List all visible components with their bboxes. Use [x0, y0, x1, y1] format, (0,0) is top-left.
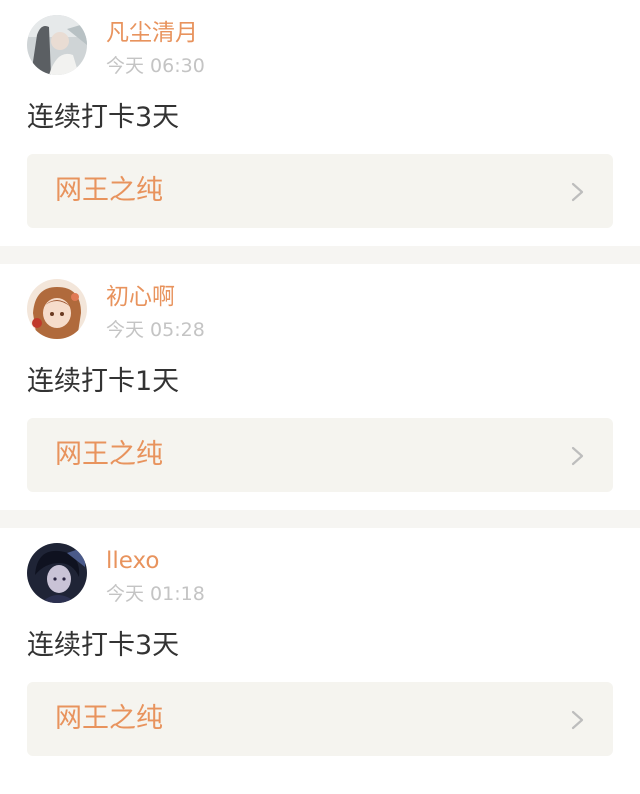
avatar[interactable]: [27, 279, 87, 339]
checkin-feed: 凡尘清月 今天 06:30 连续打卡3天 网王之纯 初心啊 今天 05:28 连…: [0, 0, 640, 774]
username[interactable]: 凡尘清月: [106, 18, 198, 48]
topic-label: 网王之纯: [55, 439, 163, 470]
chevron-right-icon: [571, 446, 584, 466]
checkin-text: 连续打卡1天: [27, 366, 180, 397]
topic-label: 网王之纯: [55, 175, 163, 206]
checkin-text: 连续打卡3天: [27, 102, 180, 133]
avatar[interactable]: [27, 543, 87, 603]
topic-link[interactable]: 网王之纯: [27, 154, 613, 228]
avatar[interactable]: [27, 15, 87, 75]
topic-link[interactable]: 网王之纯: [27, 418, 613, 492]
post-card: llexo 今天 01:18 连续打卡3天 网王之纯: [0, 528, 640, 774]
post-separator: [0, 246, 640, 264]
post-separator: [0, 510, 640, 528]
checkin-text: 连续打卡3天: [27, 630, 180, 661]
timestamp: 今天 05:28: [106, 319, 205, 341]
username[interactable]: llexo: [106, 546, 160, 576]
post-card: 凡尘清月 今天 06:30 连续打卡3天 网王之纯: [0, 0, 640, 246]
timestamp: 今天 01:18: [106, 583, 205, 605]
chevron-right-icon: [571, 710, 584, 730]
username[interactable]: 初心啊: [106, 282, 175, 312]
post-card: 初心啊 今天 05:28 连续打卡1天 网王之纯: [0, 264, 640, 510]
topic-label: 网王之纯: [55, 703, 163, 734]
timestamp: 今天 06:30: [106, 55, 205, 77]
topic-link[interactable]: 网王之纯: [27, 682, 613, 756]
chevron-right-icon: [571, 182, 584, 202]
